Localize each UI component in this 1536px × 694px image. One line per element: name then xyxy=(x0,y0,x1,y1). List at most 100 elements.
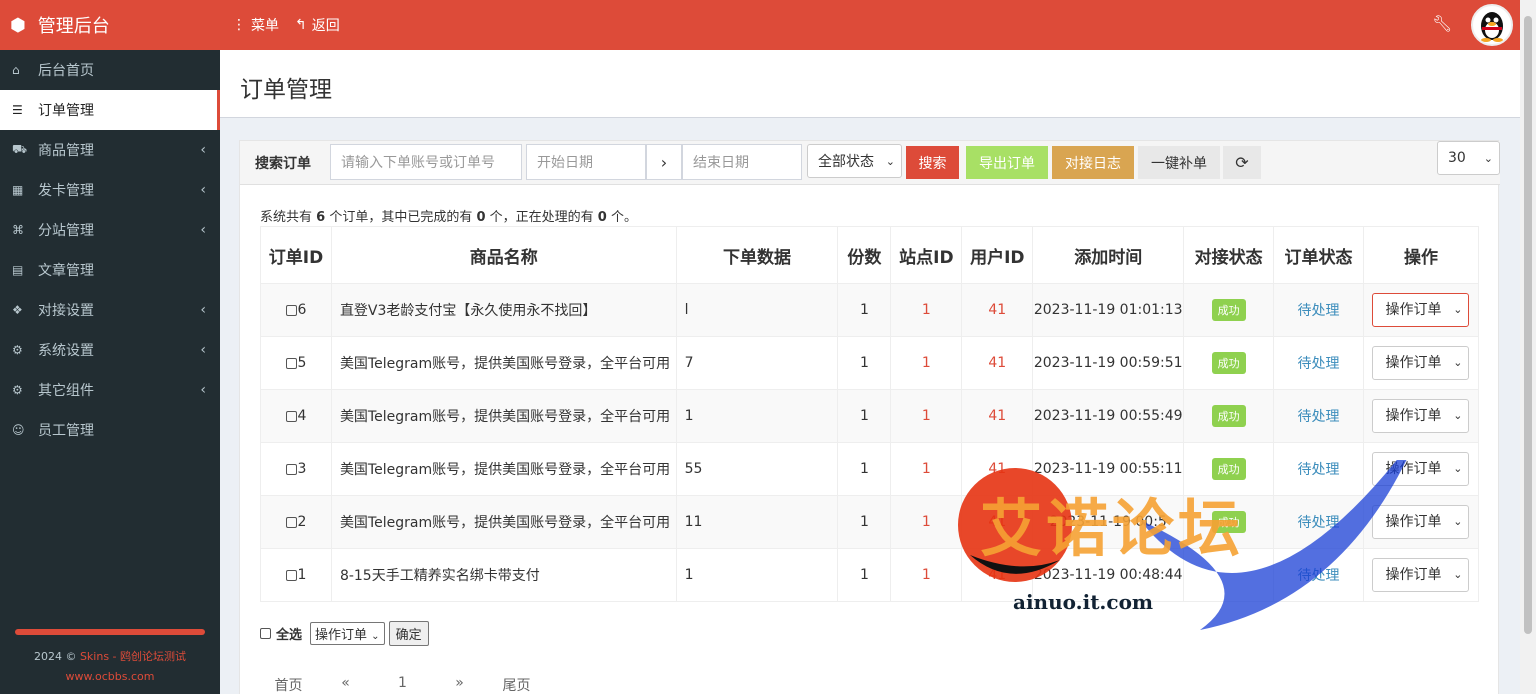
app-logo[interactable]: ⬢ 管理后台 xyxy=(0,0,220,50)
dock-log-button[interactable]: 对接日志 xyxy=(1052,146,1134,179)
order-data: 55 xyxy=(675,442,839,496)
back-label: 返回 xyxy=(311,18,340,34)
scrollbar-thumb[interactable] xyxy=(1524,16,1532,634)
confirm-button[interactable]: 确定 xyxy=(388,621,429,646)
order-status-link[interactable]: 待处理 xyxy=(1273,548,1364,602)
operate-order-select[interactable]: 操作订单 ⌄ xyxy=(1372,452,1470,486)
row-checkbox[interactable] xyxy=(285,569,297,581)
export-orders-button[interactable]: 导出订单 xyxy=(966,146,1048,179)
order-data: 1 xyxy=(675,389,839,443)
user-id-link[interactable]: 41 xyxy=(961,336,1034,390)
quantity: 1 xyxy=(837,283,892,337)
footer-site-link[interactable]: www.ocbbs.com xyxy=(0,667,220,687)
operate-order-value: 操作订单 xyxy=(1385,302,1442,318)
page-scrollbar[interactable] xyxy=(1520,0,1536,694)
operate-order-select[interactable]: 操作订单 ⌄ xyxy=(1372,346,1470,380)
row-checkbox[interactable] xyxy=(285,463,297,475)
menu-toggle-button[interactable]: ⋮ 菜单 xyxy=(232,15,279,35)
actions-cell: 操作订单 ⌄ xyxy=(1362,548,1480,602)
quantity: 1 xyxy=(837,548,892,602)
sidebar-item-system[interactable]: ⚙ 系统设置 ‹ xyxy=(0,330,220,370)
row-checkbox[interactable] xyxy=(285,357,297,369)
sidebar-item-staff[interactable]: ☺ 员工管理 xyxy=(0,410,220,450)
app-title: 管理后台 xyxy=(37,16,110,37)
page-last[interactable]: 尾页 xyxy=(488,675,545,694)
sidebar-item-label: 后台首页 xyxy=(38,63,94,79)
col-order-id: 订单ID xyxy=(260,226,332,284)
added-time: 2023-11-19 01:01:13 xyxy=(1032,283,1185,337)
sidebar-item-label: 订单管理 xyxy=(38,103,94,119)
sidebar-item-orders[interactable]: ☰ 订单管理 xyxy=(0,90,220,130)
order-id: 2 xyxy=(297,514,307,530)
site-id-link[interactable]: 1 xyxy=(890,495,963,549)
product-name: 美国Telegram账号，提供美国账号登录，全平台可用 xyxy=(330,336,677,390)
sidebar-item-articles[interactable]: ▤ 文章管理 xyxy=(0,250,220,290)
bulk-action-value: 操作订单 xyxy=(315,628,368,643)
row-checkbox[interactable] xyxy=(285,410,297,422)
summary-text: 个订单，其中已完成的有 xyxy=(325,210,477,225)
user-avatar[interactable] xyxy=(1471,4,1513,46)
site-id-link[interactable]: 1 xyxy=(890,283,963,337)
completed-count: 0 xyxy=(476,210,486,225)
page-current[interactable]: 1 xyxy=(374,675,431,694)
order-status-link[interactable]: 待处理 xyxy=(1273,283,1364,337)
summary-text: 系统共有 xyxy=(260,210,317,225)
page-next[interactable]: » xyxy=(431,675,488,694)
row-checkbox[interactable] xyxy=(285,516,297,528)
status-select[interactable]: 全部状态 ⌄ xyxy=(807,144,902,178)
actions-cell: 操作订单 ⌄ xyxy=(1362,336,1480,390)
sidebar-item-home[interactable]: ⌂ 后台首页 xyxy=(0,50,220,90)
page-title: 订单管理 xyxy=(240,77,332,103)
page-size-select[interactable]: 30 ⌄ xyxy=(1437,141,1500,175)
chevron-down-icon: ⌄ xyxy=(1453,409,1463,422)
back-button[interactable]: ↰ 返回 xyxy=(295,15,340,35)
sidebar-item-cards[interactable]: ▦ 发卡管理 ‹ xyxy=(0,170,220,210)
bulk-action-select[interactable]: 操作订单 ⌄ xyxy=(310,622,385,645)
order-status-link[interactable]: 待处理 xyxy=(1273,336,1364,390)
select-all-checkbox[interactable] xyxy=(260,628,271,639)
menu-label: 菜单 xyxy=(251,18,279,34)
menu-dots-icon: ⋮ xyxy=(232,17,246,33)
penguin-avatar-icon xyxy=(1481,12,1503,42)
sidebar-item-label: 其它组件 xyxy=(38,383,94,399)
footer-brand-link[interactable]: Skins - 鸥创论坛测试 xyxy=(80,650,186,663)
table-header-row: 订单ID 商品名称 下单数据 份数 站点ID 用户ID 添加时间 对接状态 订单… xyxy=(260,226,1480,284)
row-checkbox[interactable] xyxy=(285,304,297,316)
user-id-link[interactable]: 41 xyxy=(961,389,1034,443)
operate-order-select[interactable]: 操作订单 ⌄ xyxy=(1372,558,1470,592)
operate-order-select[interactable]: 操作订单 ⌄ xyxy=(1372,399,1470,433)
operate-order-select[interactable]: 操作订单 ⌄ xyxy=(1372,293,1470,327)
refresh-icon[interactable]: ⟳ xyxy=(1223,146,1261,179)
sidebar-item-label: 文章管理 xyxy=(38,263,94,279)
order-status-link[interactable]: 待处理 xyxy=(1273,442,1364,496)
user-id-link[interactable]: 41 xyxy=(961,283,1034,337)
operate-order-select[interactable]: 操作订单 ⌄ xyxy=(1372,505,1470,539)
summary-text: 个，正在处理的有 xyxy=(485,210,598,225)
quantity: 1 xyxy=(837,495,892,549)
actions-cell: 操作订单 ⌄ xyxy=(1362,495,1480,549)
order-status-link[interactable]: 待处理 xyxy=(1273,495,1364,549)
product-name: 美国Telegram账号，提供美国账号登录，全平台可用 xyxy=(330,442,677,496)
copyright-year: 2024 © xyxy=(33,650,80,663)
chevron-down-icon: ⌄ xyxy=(1453,462,1463,475)
end-date-input[interactable]: 结束日期 xyxy=(682,144,802,180)
site-id-link[interactable]: 1 xyxy=(890,389,963,443)
wrench-icon[interactable]: 🔧︎ xyxy=(1432,14,1452,33)
col-actions: 操作 xyxy=(1362,226,1480,284)
search-button[interactable]: 搜索 xyxy=(906,146,959,179)
page-prev[interactable]: « xyxy=(317,675,374,694)
site-id-link[interactable]: 1 xyxy=(890,336,963,390)
orders-panel: 搜索订单 请输入下单账号或订单号 开始日期 › 结束日期 全部状态 ⌄ 搜索 导出… xyxy=(239,140,1500,694)
start-date-input[interactable]: 开始日期 xyxy=(526,144,646,180)
order-status-link[interactable]: 待处理 xyxy=(1273,389,1364,443)
page-first[interactable]: 首页 xyxy=(260,675,317,694)
sidebar-item-products[interactable]: ⛟ 商品管理 ‹ xyxy=(0,130,220,170)
refill-all-button[interactable]: 一键补单 xyxy=(1138,146,1220,179)
site-id-link[interactable]: 1 xyxy=(890,548,963,602)
sidebar-item-substations[interactable]: ⌘ 分站管理 ‹ xyxy=(0,210,220,250)
sidebar-item-docking[interactable]: ❖ 对接设置 ‹ xyxy=(0,290,220,330)
sidebar-item-components[interactable]: ⚙ 其它组件 ‹ xyxy=(0,370,220,410)
site-id-link[interactable]: 1 xyxy=(890,442,963,496)
keyword-input[interactable]: 请输入下单账号或订单号 xyxy=(330,144,522,180)
chevron-down-icon: ⌄ xyxy=(1453,515,1463,528)
